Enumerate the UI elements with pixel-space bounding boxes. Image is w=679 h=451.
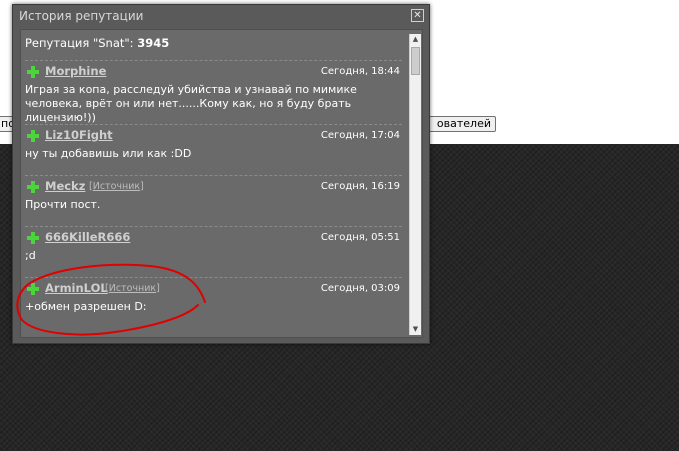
- reputation-value: 3945: [137, 36, 170, 50]
- entry-username-link[interactable]: Liz10Fight: [45, 128, 113, 142]
- reputation-entry: 666KilleR666 Сегодня, 05:51 ;d: [25, 226, 402, 263]
- entry-comment: ;d: [25, 249, 36, 262]
- entry-comment: +обмен разрешен D:: [25, 300, 147, 313]
- reputation-label: Репутация "Snat":: [25, 36, 134, 50]
- entry-comment: Прочти пост.: [25, 198, 101, 211]
- reputation-entry: Meckz [Источник] Сегодня, 16:19 Прочти п…: [25, 175, 402, 212]
- close-icon[interactable]: ✕: [411, 9, 424, 22]
- entry-comment: ну ты добавишь или как :DD: [25, 147, 192, 160]
- entry-time: Сегодня, 18:44: [320, 66, 400, 77]
- dialog-title: История репутации: [19, 9, 144, 23]
- scroll-down-icon[interactable]: ▼: [410, 324, 421, 335]
- reputation-summary: Репутация "Snat": 3945: [25, 36, 169, 50]
- background-button-users[interactable]: ователей: [426, 116, 496, 132]
- reputation-entry: Liz10Fight Сегодня, 17:04 ну ты добавишь…: [25, 124, 402, 161]
- plus-icon: [27, 181, 39, 193]
- entry-time: Сегодня, 16:19: [320, 181, 400, 192]
- reputation-entry: ArminLOL [Источник] Сегодня, 03:09 +обме…: [25, 277, 402, 314]
- entry-username-link[interactable]: Morphine: [45, 64, 106, 78]
- plus-icon: [27, 66, 39, 78]
- vertical-scrollbar[interactable]: ▲ ▼: [409, 34, 421, 335]
- entry-time: Сегодня, 17:04: [320, 130, 400, 141]
- entry-source-link[interactable]: [Источник]: [89, 181, 144, 192]
- entry-comment: Играя за копа, расследуй убийства и узна…: [25, 83, 361, 124]
- entry-time: Сегодня, 05:51: [320, 232, 400, 243]
- reputation-list-panel: Репутация "Snat": 3945 Morphine Сегодня,…: [20, 29, 423, 338]
- plus-icon: [27, 283, 39, 295]
- entry-username-link[interactable]: ArminLOL: [45, 281, 108, 295]
- scrollbar-thumb[interactable]: [411, 47, 420, 75]
- entry-username-link[interactable]: Meckz: [45, 179, 85, 193]
- entry-username-link[interactable]: 666KilleR666: [45, 230, 130, 244]
- entry-source-link[interactable]: [Источник]: [105, 283, 160, 294]
- entry-time: Сегодня, 03:09: [320, 283, 400, 294]
- reputation-entry: Morphine Сегодня, 18:44 Играя за копа, р…: [25, 60, 402, 125]
- plus-icon: [27, 130, 39, 142]
- reputation-history-dialog: История репутации ✕ Репутация "Snat": 39…: [12, 4, 430, 344]
- plus-icon: [27, 232, 39, 244]
- scroll-up-icon[interactable]: ▲: [410, 34, 421, 45]
